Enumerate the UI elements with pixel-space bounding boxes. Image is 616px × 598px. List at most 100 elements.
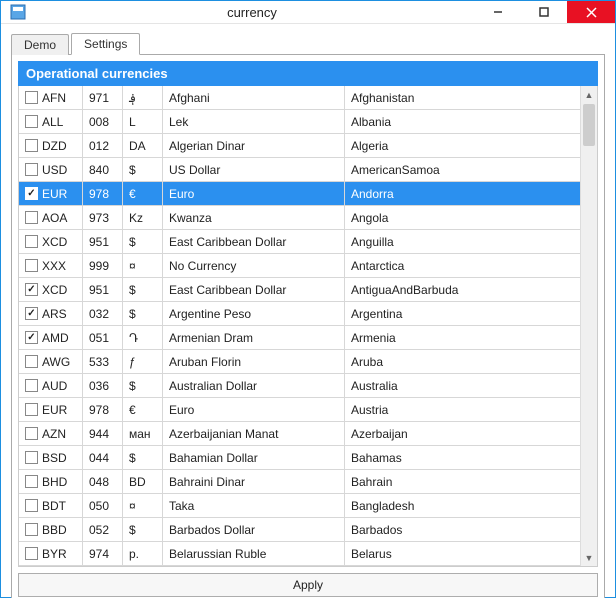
checkbox-icon[interactable] [25, 451, 38, 464]
table-row[interactable]: AFN971؋AfghaniAfghanistan [19, 86, 580, 110]
cell-symbol: Kz [123, 206, 163, 229]
table-row[interactable]: BYR974p.Belarussian RubleBelarus [19, 542, 580, 566]
checkbox-icon[interactable] [25, 355, 38, 368]
table-row[interactable]: AWG533ƒAruban FlorinAruba [19, 350, 580, 374]
cell-name: Barbados Dollar [163, 518, 345, 541]
grid-header: Operational currencies [18, 61, 598, 86]
cell-name: No Currency [163, 254, 345, 277]
code-label: XXX [42, 259, 66, 273]
cell-country: Anguilla [345, 230, 580, 253]
cell-checkbox[interactable]: AWG [19, 350, 83, 373]
table-row[interactable]: ALL008LLekAlbania [19, 110, 580, 134]
cell-country: Albania [345, 110, 580, 133]
cell-symbol: p. [123, 542, 163, 565]
cell-numeric: 951 [83, 230, 123, 253]
tab-page-settings: Operational currencies AFN971؋AfghaniAfg… [11, 54, 605, 598]
tab-settings[interactable]: Settings [71, 33, 140, 55]
checkbox-icon[interactable] [25, 283, 38, 296]
checkbox-icon[interactable] [25, 523, 38, 536]
close-button[interactable] [567, 1, 615, 23]
scroll-up-button[interactable]: ▲ [581, 86, 597, 103]
table-row[interactable]: AMD051ԴArmenian DramArmenia [19, 326, 580, 350]
table-row[interactable]: BBD052$Barbados DollarBarbados [19, 518, 580, 542]
checkbox-icon[interactable] [25, 163, 38, 176]
table-row[interactable]: XCD951$East Caribbean DollarAnguilla [19, 230, 580, 254]
table-row[interactable]: EUR978€EuroAustria [19, 398, 580, 422]
cell-numeric: 974 [83, 542, 123, 565]
cell-name: US Dollar [163, 158, 345, 181]
cell-checkbox[interactable]: AMD [19, 326, 83, 349]
table-row[interactable]: BDT050¤TakaBangladesh [19, 494, 580, 518]
checkbox-icon[interactable] [25, 475, 38, 488]
cell-checkbox[interactable]: BBD [19, 518, 83, 541]
checkbox-icon[interactable] [25, 403, 38, 416]
app-icon [7, 1, 29, 23]
apply-button[interactable]: Apply [18, 573, 598, 597]
cell-country: Angola [345, 206, 580, 229]
table-row[interactable]: AUD036$Australian DollarAustralia [19, 374, 580, 398]
cell-symbol: $ [123, 302, 163, 325]
code-label: AOA [42, 211, 67, 225]
table-row[interactable]: DZD012DAAlgerian DinarAlgeria [19, 134, 580, 158]
cell-checkbox[interactable]: AFN [19, 86, 83, 109]
table-row[interactable]: XCD951$East Caribbean DollarAntiguaAndBa… [19, 278, 580, 302]
checkbox-icon[interactable] [25, 139, 38, 152]
checkbox-icon[interactable] [25, 331, 38, 344]
table-row[interactable]: BSD044$Bahamian DollarBahamas [19, 446, 580, 470]
cell-checkbox[interactable]: DZD [19, 134, 83, 157]
cell-checkbox[interactable]: BHD [19, 470, 83, 493]
code-label: XCD [42, 235, 67, 249]
minimize-button[interactable] [475, 1, 521, 23]
cell-symbol: DA [123, 134, 163, 157]
cell-checkbox[interactable]: USD [19, 158, 83, 181]
code-label: ARS [42, 307, 67, 321]
cell-checkbox[interactable]: EUR [19, 182, 83, 205]
table-row[interactable]: USD840$US DollarAmericanSamoa [19, 158, 580, 182]
code-label: AUD [42, 379, 67, 393]
cell-checkbox[interactable]: AOA [19, 206, 83, 229]
maximize-button[interactable] [521, 1, 567, 23]
cell-checkbox[interactable]: XXX [19, 254, 83, 277]
checkbox-icon[interactable] [25, 115, 38, 128]
cell-country: Australia [345, 374, 580, 397]
code-label: BBD [42, 523, 67, 537]
checkbox-icon[interactable] [25, 235, 38, 248]
checkbox-icon[interactable] [25, 91, 38, 104]
cell-checkbox[interactable]: XCD [19, 278, 83, 301]
vertical-scrollbar[interactable]: ▲ ▼ [580, 86, 597, 566]
checkbox-icon[interactable] [25, 307, 38, 320]
cell-symbol: $ [123, 374, 163, 397]
cell-checkbox[interactable]: BYR [19, 542, 83, 565]
tab-demo[interactable]: Demo [11, 34, 69, 55]
checkbox-icon[interactable] [25, 259, 38, 272]
table-row[interactable]: ARS032$Argentine PesoArgentina [19, 302, 580, 326]
cell-checkbox[interactable]: AZN [19, 422, 83, 445]
grid-rows[interactable]: AFN971؋AfghaniAfghanistanALL008LLekAlban… [19, 86, 580, 566]
cell-country: Austria [345, 398, 580, 421]
checkbox-icon[interactable] [25, 427, 38, 440]
scroll-down-button[interactable]: ▼ [581, 549, 597, 566]
checkbox-icon[interactable] [25, 499, 38, 512]
table-row[interactable]: XXX999¤No CurrencyAntarctica [19, 254, 580, 278]
cell-checkbox[interactable]: EUR [19, 398, 83, 421]
checkbox-icon[interactable] [25, 379, 38, 392]
cell-country: Afghanistan [345, 86, 580, 109]
cell-checkbox[interactable]: ALL [19, 110, 83, 133]
window-title: currency [29, 5, 475, 20]
cell-numeric: 008 [83, 110, 123, 133]
code-label: USD [42, 163, 67, 177]
cell-checkbox[interactable]: ARS [19, 302, 83, 325]
cell-checkbox[interactable]: AUD [19, 374, 83, 397]
table-row[interactable]: BHD048BDBahraini DinarBahrain [19, 470, 580, 494]
checkbox-icon[interactable] [25, 547, 38, 560]
cell-checkbox[interactable]: BDT [19, 494, 83, 517]
scroll-thumb[interactable] [583, 104, 595, 146]
window: currency Demo Settings Operational curre… [0, 0, 616, 598]
cell-checkbox[interactable]: XCD [19, 230, 83, 253]
table-row[interactable]: AZN944манAzerbaijanian ManatAzerbaijan [19, 422, 580, 446]
table-row[interactable]: EUR978€EuroAndorra [19, 182, 580, 206]
checkbox-icon[interactable] [25, 187, 38, 200]
cell-checkbox[interactable]: BSD [19, 446, 83, 469]
checkbox-icon[interactable] [25, 211, 38, 224]
table-row[interactable]: AOA973KzKwanzaAngola [19, 206, 580, 230]
